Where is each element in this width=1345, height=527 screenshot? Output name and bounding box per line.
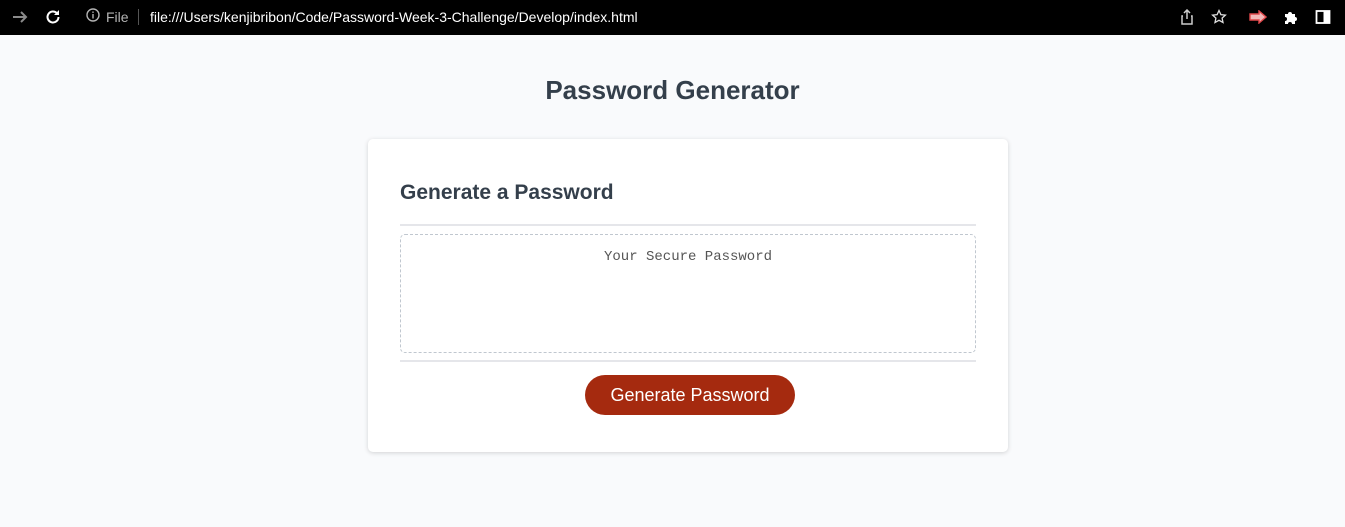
divider: [137, 9, 139, 25]
puzzle-icon[interactable]: [1282, 8, 1300, 26]
site-info-chip[interactable]: File: [86, 7, 139, 27]
card-title: Generate a Password: [400, 181, 614, 204]
bookmark-star-icon[interactable]: [1210, 8, 1228, 26]
forward-icon[interactable]: [11, 8, 29, 26]
page-title: Password Generator: [545, 75, 800, 105]
card-footer-divider: [400, 360, 976, 362]
password-card: Generate a Password Generate Password: [368, 139, 1008, 452]
browser-toolbar: File file:///Users/kenjibribon/Code/Pass…: [0, 0, 1345, 35]
generate-password-button[interactable]: Generate Password: [585, 375, 795, 415]
info-icon: [86, 7, 100, 27]
extension-icon[interactable]: [1249, 8, 1267, 26]
share-icon[interactable]: [1178, 8, 1196, 26]
address-bar[interactable]: file:///Users/kenjibribon/Code/Password-…: [150, 8, 638, 26]
sidebar-icon[interactable]: [1314, 8, 1332, 26]
reload-icon[interactable]: [44, 8, 62, 26]
password-output[interactable]: [400, 234, 976, 353]
card-header-divider: [400, 224, 976, 226]
site-info-label: File: [106, 9, 129, 25]
